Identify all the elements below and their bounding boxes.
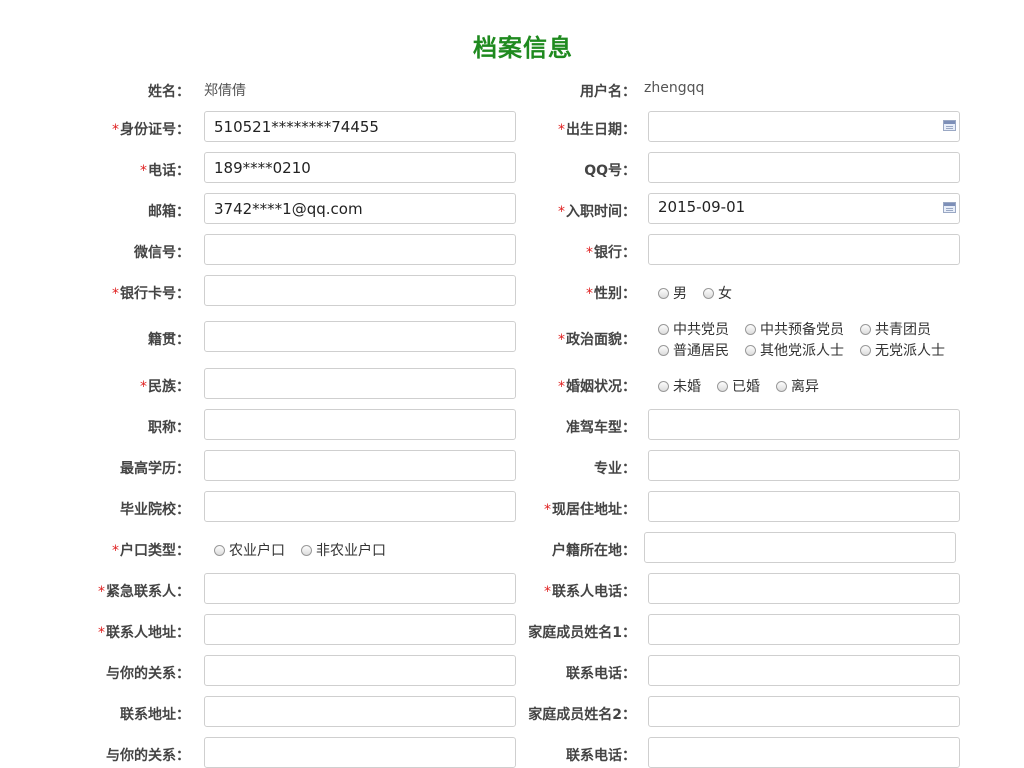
marital-option-married[interactable]: 已婚	[717, 376, 760, 396]
gender-option-male[interactable]: 男	[658, 283, 687, 303]
idcard-label: *身份证号：	[112, 122, 190, 138]
wechat-label: 微信号：	[134, 245, 190, 261]
phone-label: *电话：	[140, 163, 190, 179]
political-option-probationary-member[interactable]: 中共预备党员	[745, 319, 844, 339]
contact-phone-input[interactable]	[648, 573, 960, 604]
radio-button[interactable]	[703, 288, 714, 299]
license-type-label: 准驾车型：	[566, 420, 636, 436]
family1-phone-input[interactable]	[648, 655, 960, 686]
major-input[interactable]	[648, 450, 960, 481]
radio-button[interactable]	[745, 345, 756, 356]
political-option-league-member[interactable]: 共青团员	[860, 319, 931, 339]
radio-button[interactable]	[776, 381, 787, 392]
email-label: 邮箱：	[148, 204, 190, 220]
political-option-party-member[interactable]: 中共党员	[658, 319, 729, 339]
bank-label: *银行：	[586, 245, 636, 261]
calendar-icon[interactable]	[943, 202, 956, 213]
radio-button[interactable]	[658, 381, 669, 392]
username-label: 用户名：	[580, 84, 636, 100]
hukou-option-non-agricultural[interactable]: 非农业户口	[301, 540, 386, 560]
political-label: *政治面貌：	[558, 332, 636, 348]
join-date-label: *入职时间：	[558, 204, 636, 220]
bank-card-label: *银行卡号：	[112, 286, 190, 302]
radio-button[interactable]	[658, 288, 669, 299]
family2-name-label: 家庭成员姓名2：	[528, 707, 636, 723]
family2-relation-label: 与你的关系：	[106, 748, 190, 764]
hukou-location-label: 户籍所在地：	[552, 543, 636, 559]
radio-button[interactable]	[717, 381, 728, 392]
address-input[interactable]	[648, 491, 960, 522]
gender-label: *性别：	[586, 286, 636, 302]
join-date-input[interactable]: 2015-09-01	[648, 193, 960, 224]
radio-button[interactable]	[658, 324, 669, 335]
bank-input[interactable]	[648, 234, 960, 265]
family1-relation-label: 与你的关系：	[106, 666, 190, 682]
ethnicity-label: *民族：	[140, 379, 190, 395]
family1-name-label: 家庭成员姓名1：	[528, 625, 636, 641]
radio-button[interactable]	[745, 324, 756, 335]
family2-phone-label: 联系电话：	[566, 748, 636, 764]
major-label: 专业：	[594, 461, 636, 477]
qq-label: QQ号：	[584, 163, 636, 179]
calendar-icon[interactable]	[943, 120, 956, 131]
radio-button[interactable]	[658, 345, 669, 356]
hukou-type-label: *户口类型：	[112, 543, 190, 559]
birthday-label: *出生日期：	[558, 122, 636, 138]
radio-button[interactable]	[860, 324, 871, 335]
education-label: 最高学历：	[120, 461, 190, 477]
hukou-location-input[interactable]	[644, 532, 956, 563]
qq-input[interactable]	[648, 152, 960, 183]
native-place-label: 籍贯：	[148, 332, 190, 348]
join-date-value: 2015-09-01	[658, 198, 746, 216]
political-option-ordinary-resident[interactable]: 普通居民	[658, 340, 729, 360]
page-title: 档案信息	[473, 34, 573, 62]
radio-button[interactable]	[301, 545, 312, 556]
radio-button[interactable]	[860, 345, 871, 356]
contact-phone-label: *联系人电话：	[544, 584, 636, 600]
family1-phone-label: 联系电话：	[566, 666, 636, 682]
address-label: *现居住地址：	[544, 502, 636, 518]
hukou-option-agricultural[interactable]: 农业户口	[214, 540, 285, 560]
name-label: 姓名：	[148, 84, 190, 100]
political-option-other-party[interactable]: 其他党派人士	[745, 340, 844, 360]
gender-option-female[interactable]: 女	[703, 283, 732, 303]
school-label: 毕业院校：	[120, 502, 190, 518]
family2-phone-input[interactable]	[648, 737, 960, 768]
emergency-contact-label: *紧急联系人：	[98, 584, 190, 600]
marital-option-single[interactable]: 未婚	[658, 376, 701, 396]
marital-option-divorced[interactable]: 离异	[776, 376, 819, 396]
username-value: zhengqq	[644, 80, 705, 96]
family2-name-input[interactable]	[648, 696, 960, 727]
political-option-no-party[interactable]: 无党派人士	[860, 340, 945, 360]
contact-address-label: *联系人地址：	[98, 625, 190, 641]
family1-name-input[interactable]	[648, 614, 960, 645]
name-value: 郑倩倩	[204, 83, 246, 99]
license-type-input[interactable]	[648, 409, 960, 440]
job-title-label: 职称：	[148, 420, 190, 436]
marital-label: *婚姻状况：	[558, 379, 636, 395]
radio-button[interactable]	[214, 545, 225, 556]
birthday-input[interactable]	[648, 111, 960, 142]
family1-address-label: 联系地址：	[120, 707, 190, 723]
